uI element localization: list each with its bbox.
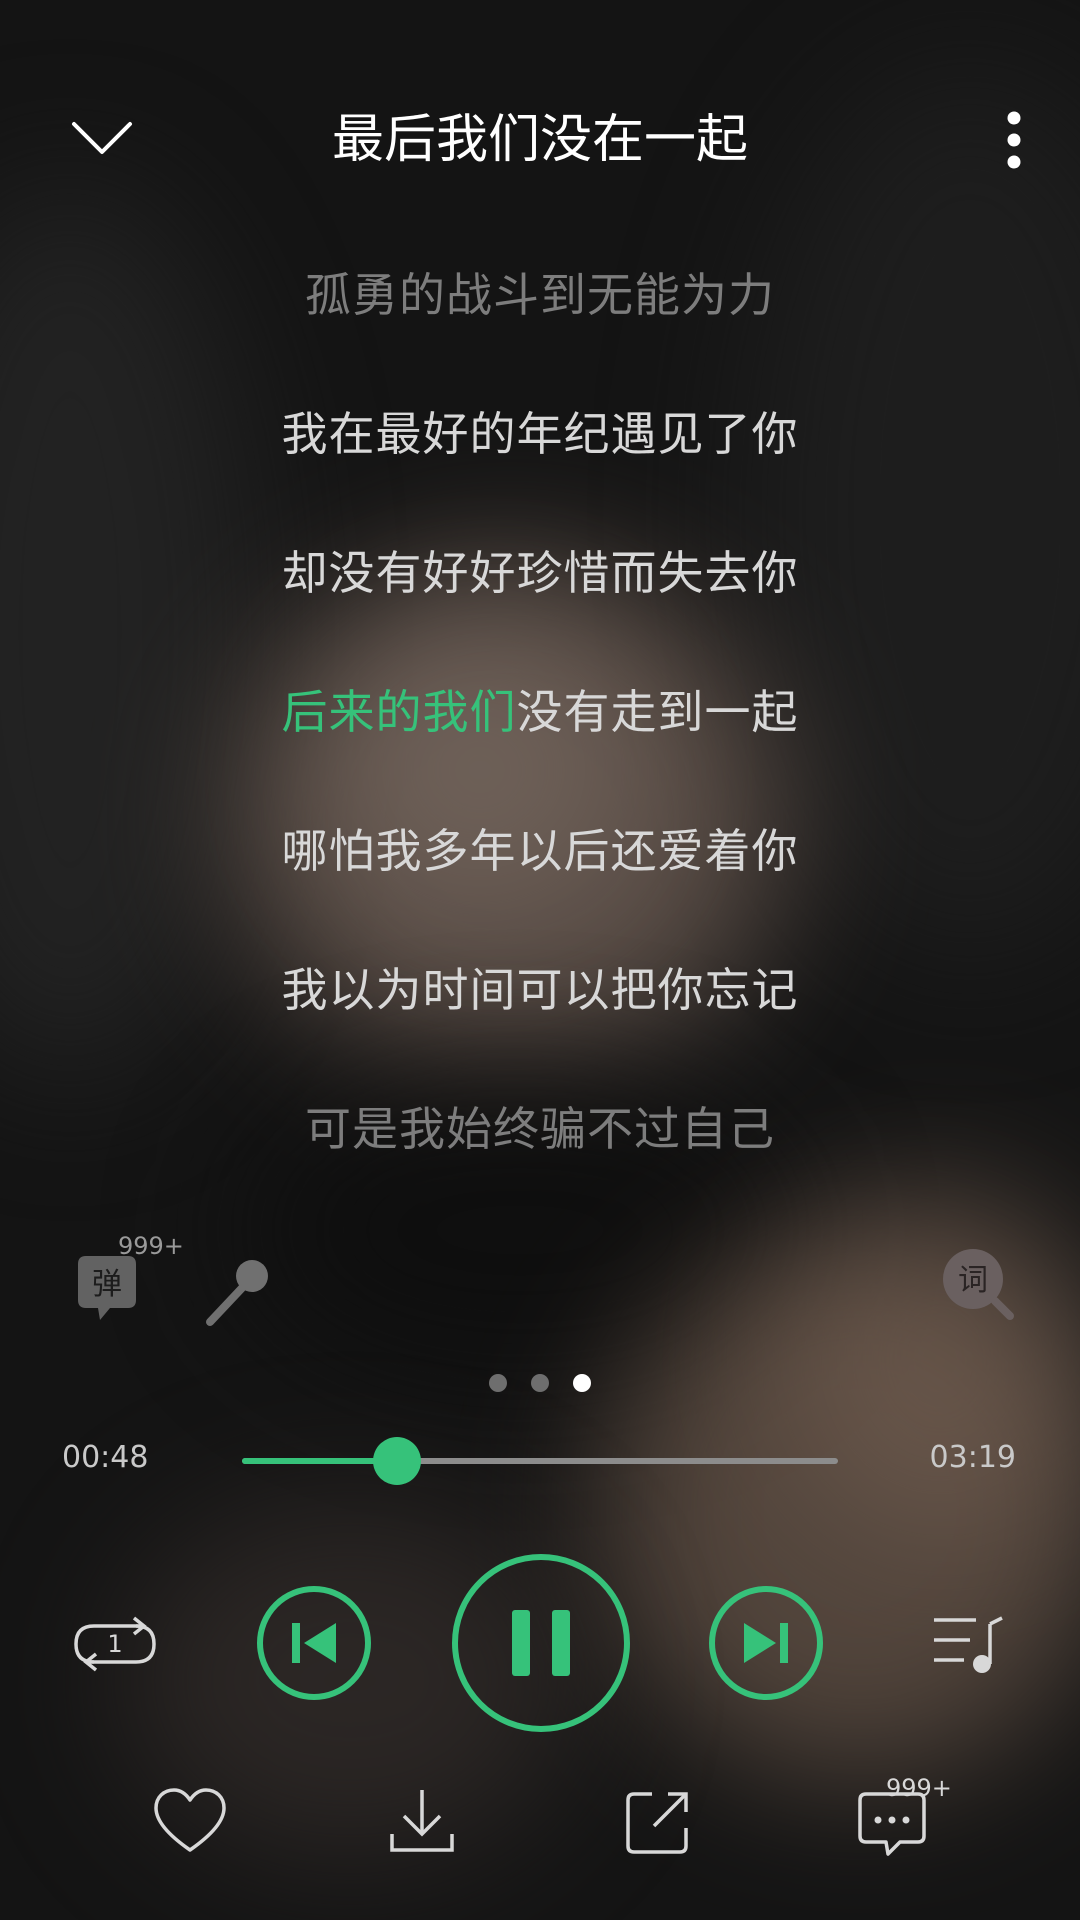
page-dot-active[interactable] [573,1374,591,1392]
download-icon [390,1790,454,1852]
lyric-line: 却没有好好珍惜而失去你 [281,546,799,600]
skip-next-icon [709,1586,823,1700]
heart-icon [154,1788,226,1852]
lyrics-panel[interactable]: 孤勇的战斗到无能为力 我在最好的年纪遇见了你 却没有好好珍惜而失去你 后来的我们… [0,250,1080,1223]
danmu-icon: 弹 [78,1256,136,1320]
playback-controls: 1 [0,1550,1080,1736]
microphone-icon [206,1260,268,1326]
lyric-line: 哪怕我多年以后还爱着你 [281,824,799,878]
pause-icon [452,1554,630,1732]
playlist-queue-button[interactable] [928,1606,1008,1682]
progress-thumb[interactable] [372,1437,421,1485]
repeat-mode-button[interactable]: 1 [72,1604,158,1684]
page-indicator [0,1374,1080,1392]
next-track-button[interactable] [708,1585,824,1701]
lyrics-search-button[interactable]: 词 [940,1246,1014,1320]
page-dot[interactable] [531,1374,549,1392]
more-vertical-icon [1007,111,1021,169]
more-options-button[interactable] [984,100,1044,180]
repeat-mode-label: 1 [107,1630,122,1658]
bottom-actions: 999+ [0,1770,1080,1880]
download-button[interactable] [382,1782,462,1862]
progress-row: 00:48 03:19 [0,1420,1080,1500]
danmu-button[interactable]: 弹 [70,1250,150,1330]
lyric-line: 我以为时间可以把你忘记 [281,963,799,1017]
share-icon [626,1792,688,1854]
lyric-line: 孤勇的战斗到无能为力 [305,268,775,322]
lyric-line: 可是我始终骗不过自己 [305,1102,775,1156]
previous-track-button[interactable] [256,1585,372,1701]
lyric-line: 我在最好的年纪遇见了你 [281,407,799,461]
share-button[interactable] [618,1782,698,1862]
lyrics-tools: 弹 999+ 词 [0,1232,1080,1340]
comment-count-badge: 999+ [886,1774,952,1802]
lyric-sung-part: 后来的我们 [281,685,517,739]
lyric-unsung-part: 没有走到一起 [516,685,799,739]
player-header: 最后我们没在一起 [0,70,1080,210]
like-button[interactable] [150,1782,230,1862]
repeat-one-icon: 1 [74,1616,156,1672]
karaoke-button[interactable] [200,1250,280,1330]
progress-slider[interactable] [242,1437,838,1485]
current-time: 00:48 [62,1440,149,1475]
play-pause-button[interactable] [450,1552,632,1734]
song-title: 最后我们没在一起 [331,110,748,170]
danmu-count-badge: 999+ [118,1232,184,1260]
page-dot[interactable] [489,1374,507,1392]
playlist-icon [934,1616,1003,1673]
danmu-label: 弹 [92,1267,122,1302]
skip-previous-icon [257,1586,371,1700]
lyrics-search-icon: 词 [943,1249,1014,1320]
total-time: 03:19 [929,1440,1016,1475]
lyrics-search-label: 词 [958,1263,988,1298]
current-lyric-line: 后来的我们没有走到一起 [0,667,1080,806]
